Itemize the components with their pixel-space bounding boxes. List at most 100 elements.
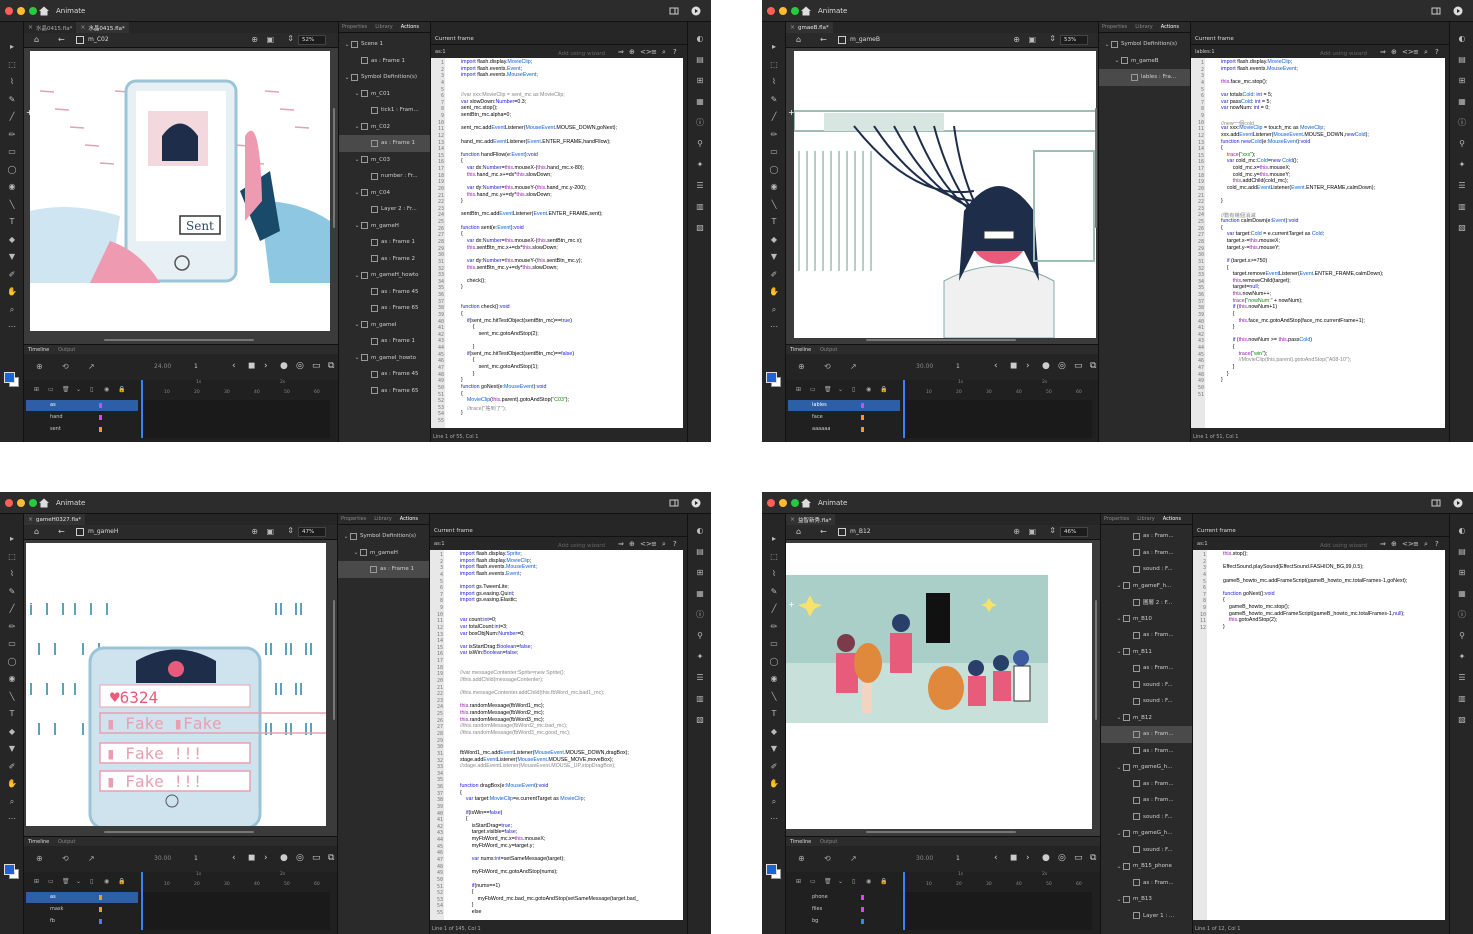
frame-picker-icon[interactable]: ▥ xyxy=(695,202,705,212)
eyedropper-icon[interactable]: ✐ xyxy=(769,762,779,772)
navigator-item[interactable]: ⌄ m_C01 xyxy=(339,86,430,103)
loop-icon[interactable]: ⟲ xyxy=(824,854,831,863)
navigator-item[interactable]: as : Frame 1 xyxy=(339,333,430,350)
chevron-down-icon[interactable]: ⌄ xyxy=(76,386,81,393)
effects-icon[interactable]: ✦ xyxy=(1457,652,1467,662)
new-folder-icon[interactable]: ▭ xyxy=(810,878,816,885)
chevron-down-icon[interactable]: ⌄ xyxy=(353,189,361,196)
back-arrow-icon[interactable]: ← xyxy=(820,35,827,44)
selection-tool-icon[interactable]: ▸ xyxy=(769,534,779,544)
document-tab[interactable]: × gmaeB.fla* xyxy=(786,22,833,33)
navigator-item[interactable]: as : Frame 1 xyxy=(339,53,430,70)
hand-tool-icon[interactable]: ✋ xyxy=(769,779,779,789)
more-tools-icon[interactable]: ⋯ xyxy=(7,322,17,332)
navigator-item[interactable]: ⌄ m_gameF_h... xyxy=(1101,578,1192,595)
navigator-item[interactable]: 圖層 2 : F... xyxy=(1101,594,1192,611)
chevron-down-icon[interactable]: ⌄ xyxy=(343,41,351,48)
brush-icon[interactable]: ╲ xyxy=(769,692,779,702)
document-tab[interactable]: × gameH0327.fla* xyxy=(24,514,86,525)
playhead[interactable] xyxy=(903,872,905,930)
stroke-fill-swatches[interactable] xyxy=(766,864,782,880)
back-arrow-icon[interactable]: ← xyxy=(820,527,827,536)
pen-icon[interactable]: ✎ xyxy=(7,95,17,105)
center-stage-icon[interactable]: ⊕ xyxy=(251,527,258,536)
chevron-down-icon[interactable]: ⌄ xyxy=(1115,582,1123,589)
clip-content-icon[interactable]: ▣ xyxy=(1028,35,1036,44)
library-panel-icon[interactable]: ▤ xyxy=(695,547,705,557)
swatches-icon[interactable]: ▦ xyxy=(695,589,705,599)
layer-row[interactable]: lables xyxy=(788,400,900,411)
paint-bucket-icon[interactable]: ◉ xyxy=(7,674,17,684)
navigator-item[interactable]: sound : F... xyxy=(1101,677,1192,694)
transform-icon[interactable]: ⚲ xyxy=(1457,631,1467,641)
swatches-icon[interactable]: ▦ xyxy=(1457,589,1467,599)
current-frame[interactable]: 1 xyxy=(956,855,960,862)
onion-skin-icon[interactable]: ⊕ xyxy=(36,362,43,371)
navigator-item[interactable]: ⌄ m_gameH_howto xyxy=(339,267,430,284)
navigator-item[interactable]: ⌄ m_B11 xyxy=(1101,644,1192,661)
new-folder-icon[interactable]: ▭ xyxy=(48,386,54,393)
text-tool-icon[interactable]: T xyxy=(769,217,779,227)
text-tool-icon[interactable]: T xyxy=(7,709,17,719)
close-window-button[interactable] xyxy=(767,7,775,15)
navigator-item[interactable]: ⌄ Symbol Definition(s) xyxy=(1099,36,1190,53)
pencil-icon[interactable]: ✏ xyxy=(769,130,779,140)
clip-content-icon[interactable]: ▣ xyxy=(266,527,274,536)
insert-target-icon[interactable]: ⊕ xyxy=(1391,538,1397,550)
navigator-item[interactable]: as : Frame 2 xyxy=(339,251,430,268)
navigator-item[interactable]: ⌄ m_C03 xyxy=(339,152,430,169)
layer-row[interactable]: as xyxy=(26,892,138,903)
assets-icon[interactable]: ▧ xyxy=(695,715,705,725)
effects-icon[interactable]: ✦ xyxy=(695,652,705,662)
color-panel-icon[interactable]: ◐ xyxy=(1457,526,1467,536)
navigator-item[interactable]: number : Fr... xyxy=(339,168,430,185)
navigator-item[interactable]: ⌄ Scene 1 xyxy=(339,36,430,53)
fill-icon[interactable]: ▼ xyxy=(769,252,779,262)
frame-picker-icon[interactable]: ▥ xyxy=(1457,202,1467,212)
pencil-icon[interactable]: ✏ xyxy=(7,130,17,140)
frames-area[interactable] xyxy=(140,892,330,930)
lasso-icon[interactable]: ⌇ xyxy=(769,77,779,87)
navigator-item[interactable]: as : Fram... xyxy=(1101,545,1192,562)
document-tab[interactable]: × 益智新秀.fla* xyxy=(786,514,836,525)
eraser-icon[interactable]: ◆ xyxy=(769,727,779,737)
zoom-window-button[interactable] xyxy=(29,499,37,507)
visibility-icon[interactable]: ◉ xyxy=(866,878,871,885)
eraser-icon[interactable]: ◆ xyxy=(769,235,779,245)
layer-row[interactable]: sent xyxy=(26,424,138,435)
align-panel-icon[interactable]: ⊞ xyxy=(695,568,705,578)
navigator-item[interactable]: ⌄ m_B12 xyxy=(1101,710,1192,727)
line-tool-icon[interactable]: ╱ xyxy=(769,604,779,614)
eyedropper-icon[interactable]: ✐ xyxy=(7,762,17,772)
chevron-down-icon[interactable]: ⌄ xyxy=(352,549,360,556)
help-icon[interactable]: ? xyxy=(1435,46,1439,58)
test-movie-icon[interactable] xyxy=(1453,6,1463,16)
new-folder-icon[interactable]: ▭ xyxy=(810,386,816,393)
pencil-icon[interactable]: ✏ xyxy=(7,622,17,632)
color-panel-icon[interactable]: ◐ xyxy=(1457,34,1467,44)
selection-tool-icon[interactable]: ▸ xyxy=(7,534,17,544)
effects-icon[interactable]: ✦ xyxy=(695,160,705,170)
timeline-tab[interactable]: Timeline xyxy=(790,347,811,353)
home-icon[interactable] xyxy=(38,497,50,509)
close-icon[interactable]: × xyxy=(790,516,795,523)
chevron-down-icon[interactable]: ⌄ xyxy=(1115,714,1123,721)
new-layer-icon[interactable]: ⊞ xyxy=(34,386,39,393)
home-icon[interactable] xyxy=(38,5,50,17)
stage-horizontal-scrollbar[interactable] xyxy=(866,831,1016,833)
fps-value[interactable]: 30.00 xyxy=(154,855,171,862)
chevron-down-icon[interactable]: ⌄ xyxy=(838,878,843,885)
navigator-item[interactable]: as : Frame 1 xyxy=(338,561,429,578)
fill-icon[interactable]: ▼ xyxy=(7,252,17,262)
frames-area[interactable] xyxy=(902,892,1092,930)
navigator-item[interactable]: ⌄ Symbol Definition(s) xyxy=(339,69,430,86)
lasso-icon[interactable]: ⌇ xyxy=(7,569,17,579)
record-icon[interactable]: ● xyxy=(1042,361,1050,371)
center-stage-icon[interactable]: ⊕ xyxy=(1013,35,1020,44)
document-tab[interactable]: × 水晶0415.fla* xyxy=(76,22,129,33)
transform-icon[interactable]: ⚲ xyxy=(1457,139,1467,149)
output-tab[interactable]: Output xyxy=(58,839,75,845)
components-icon[interactable]: ☰ xyxy=(1457,673,1467,683)
fps-value[interactable]: 24.00 xyxy=(154,363,171,370)
close-window-button[interactable] xyxy=(5,7,13,15)
